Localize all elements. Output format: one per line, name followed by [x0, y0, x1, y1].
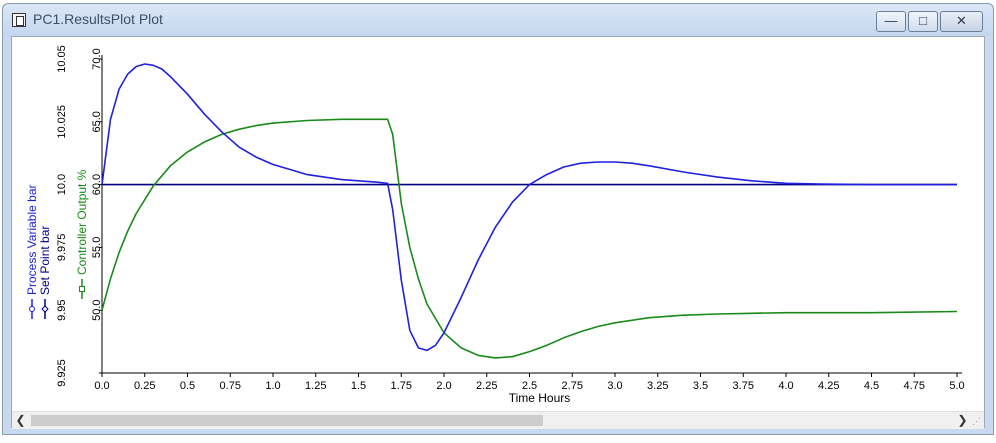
left-tick-label: 10.0	[56, 174, 68, 195]
right-tick-label: 65.0	[91, 111, 103, 132]
plot-area: 0.0 0.25 0.5 0.75 1.0 1.25 1.5 1.75 2.0 2.25 2.5 2.…	[11, 36, 985, 429]
x-tick-label: 4.25	[818, 380, 839, 392]
x-axis-label: Time Hours	[509, 391, 571, 405]
x-tick-label: 1.0	[265, 380, 280, 392]
x-tick-label: 4.75	[904, 380, 925, 392]
series-line-process-variable-bar	[101, 63, 957, 352]
right-tick-label: 50.0	[91, 299, 103, 320]
right-tick-label: 60.0	[91, 174, 103, 195]
x-tick-label: 0.5	[180, 380, 195, 392]
maximize-button[interactable]: □	[908, 11, 938, 32]
legend-marker	[41, 305, 49, 313]
legend-marker	[29, 306, 35, 312]
left-tick-label: 10.025	[56, 105, 68, 139]
results-chart: 0.0 0.25 0.5 0.75 1.0 1.25 1.5 1.75 2.0 2.25 2.5 2.…	[25, 45, 965, 405]
x-tick-label: 1.25	[305, 380, 326, 392]
plot-window: PC1.ResultsPlot Plot — □ ✕ 0.0 0.25 0.5 0.7…	[2, 3, 994, 435]
minimize-icon: —	[884, 13, 898, 28]
legend-entry: Process Variable bar	[25, 185, 39, 319]
x-tick-label: 2.0	[436, 380, 451, 392]
x-tick-label: 0.0	[94, 380, 109, 392]
left-tick-label: 9.975	[56, 234, 68, 262]
scroll-left-icon[interactable]: ❮	[12, 412, 29, 429]
x-tick-label: 4.5	[864, 380, 879, 392]
x-tick-label: 4.0	[778, 380, 793, 392]
maximize-icon: □	[919, 13, 927, 28]
close-button[interactable]: ✕	[940, 11, 983, 32]
x-tick-label: 1.5	[351, 380, 366, 392]
left-tick-label: 9.925	[56, 359, 68, 387]
series-line-controller-output	[101, 118, 958, 359]
x-tick-label: 1.75	[391, 380, 412, 392]
resize-grip-icon[interactable]: ⋰	[972, 416, 982, 426]
close-icon: ✕	[956, 13, 967, 28]
legend-label: Process Variable bar	[25, 185, 39, 296]
horizontal-scrollbar[interactable]: ❮ ❯ ⋰	[12, 411, 984, 429]
minimize-button[interactable]: —	[876, 11, 906, 32]
title-bar[interactable]: PC1.ResultsPlot Plot — □ ✕	[3, 4, 993, 36]
legend-label: Controller Output %	[75, 169, 89, 275]
left-tick-label: 9.95	[56, 299, 68, 320]
right-tick-label: 70.0	[91, 48, 103, 69]
right-tick-label: 55.0	[91, 237, 103, 258]
x-tick-label: 0.25	[134, 380, 155, 392]
left-tick-label: 10.05	[56, 45, 68, 73]
x-tick-label: 3.5	[693, 380, 708, 392]
x-tick-label: 5.0	[949, 380, 964, 392]
legend-marker	[79, 286, 85, 292]
app-icon	[12, 13, 26, 27]
x-tick-label: 2.25	[476, 380, 497, 392]
window-title: PC1.ResultsPlot Plot	[33, 11, 163, 27]
legend-label: Set Point bar	[38, 226, 52, 295]
scrollbar-thumb[interactable]	[31, 415, 543, 426]
x-tick-label: 3.25	[647, 380, 668, 392]
x-tick-label: 3.0	[607, 380, 622, 392]
legend-entry: Controller Output %	[75, 169, 89, 299]
legend-entry: Set Point bar	[38, 226, 52, 319]
scroll-right-icon[interactable]: ❯	[954, 412, 971, 429]
x-tick-label: 3.75	[733, 380, 754, 392]
x-tick-label: 0.75	[220, 380, 241, 392]
